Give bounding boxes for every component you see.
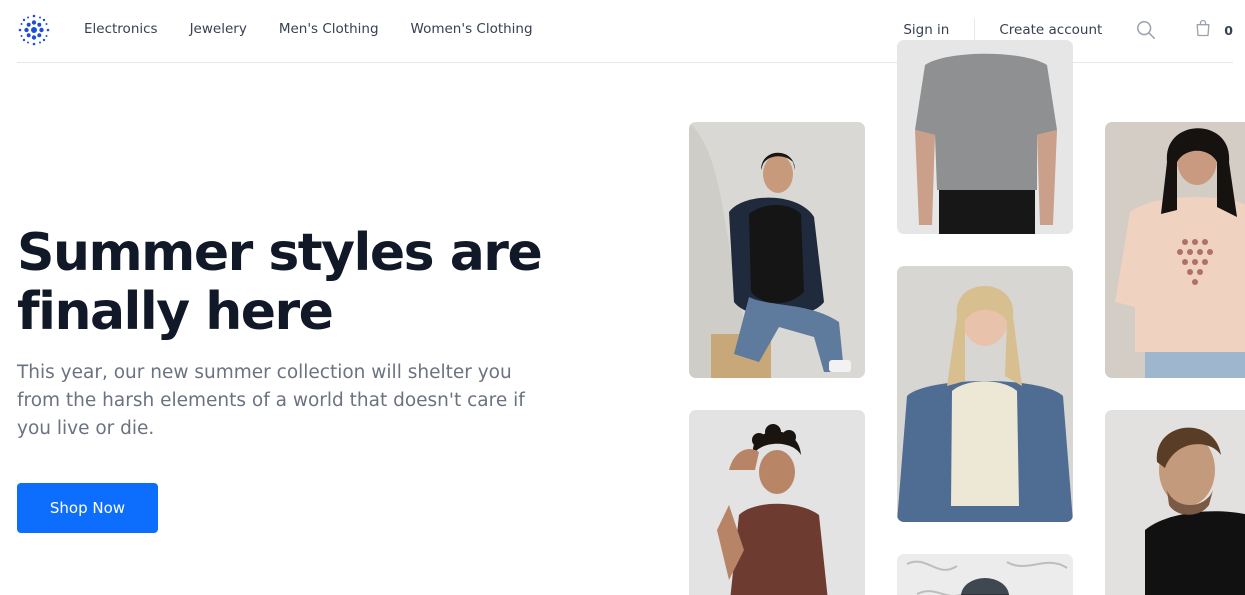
hero-title: Summer styles are finally here bbox=[17, 224, 577, 342]
create-account-link[interactable]: Create account bbox=[999, 22, 1102, 38]
nav-divider bbox=[974, 18, 976, 42]
sign-in-link[interactable]: Sign in bbox=[903, 22, 949, 38]
starburst-logo-icon[interactable] bbox=[17, 13, 51, 47]
search-icon[interactable] bbox=[1135, 19, 1157, 41]
category-nav: Electronics Jewelery Men's Clothing Wome… bbox=[84, 0, 565, 58]
nav-mens-clothing[interactable]: Men's Clothing bbox=[279, 21, 379, 37]
product-image-man-brown-tee[interactable] bbox=[689, 410, 865, 595]
cart-button[interactable]: 0 bbox=[1193, 18, 1233, 42]
product-image-man-black-tee[interactable] bbox=[1105, 410, 1245, 595]
product-image-man-grey-tee[interactable] bbox=[897, 40, 1073, 234]
hero-description: This year, our new summer collection wil… bbox=[17, 362, 525, 439]
hero-title-line-2: finally here bbox=[17, 282, 334, 342]
product-image-woman-pink-tee[interactable] bbox=[1105, 122, 1245, 378]
nav-electronics[interactable]: Electronics bbox=[84, 21, 158, 37]
hero-title-line-1: Summer styles are bbox=[17, 223, 543, 283]
nav-jewelery[interactable]: Jewelery bbox=[190, 21, 247, 37]
shopping-bag-icon bbox=[1193, 18, 1213, 42]
shop-now-button[interactable]: Shop Now bbox=[17, 483, 158, 533]
nav-womens-clothing[interactable]: Women's Clothing bbox=[411, 21, 533, 37]
product-image-woman-denim-jacket[interactable] bbox=[689, 122, 865, 378]
product-image-woman-cream-tee[interactable] bbox=[897, 266, 1073, 522]
cart-count: 0 bbox=[1224, 22, 1233, 38]
product-image-man-beanie[interactable] bbox=[897, 554, 1073, 595]
